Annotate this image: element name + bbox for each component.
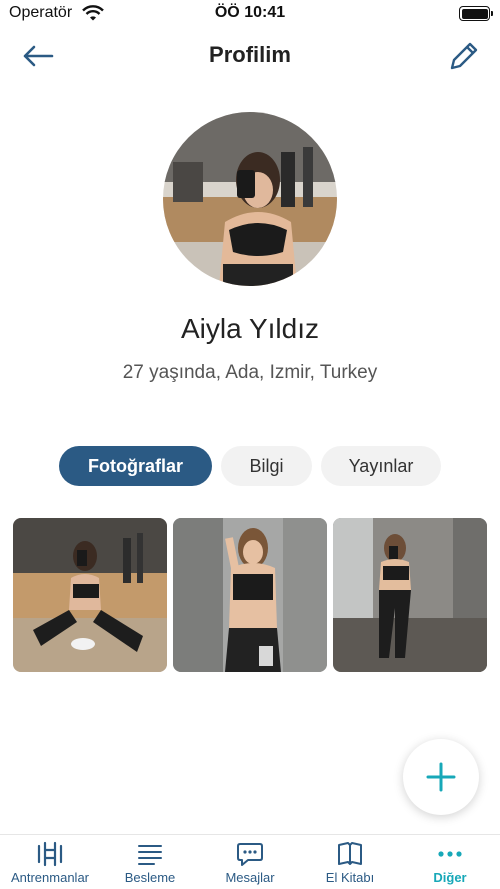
nav-item-handbook[interactable]: El Kitabı bbox=[300, 841, 400, 887]
tab-photos[interactable]: Fotoğraflar bbox=[59, 446, 212, 486]
photo-thumbnail[interactable] bbox=[333, 518, 487, 672]
photo-thumbnail[interactable] bbox=[13, 518, 167, 672]
avatar-photo bbox=[163, 112, 337, 286]
nav-label: Besleme bbox=[124, 870, 176, 885]
mirror-selfie-photo bbox=[173, 518, 327, 672]
header: Profilim bbox=[0, 30, 500, 82]
tab-posts[interactable]: Yayınlar bbox=[321, 446, 441, 486]
more-dots-icon bbox=[438, 851, 462, 857]
gym-hallway-photo bbox=[333, 518, 487, 672]
nav-item-workouts[interactable]: Antrenmanlar bbox=[0, 841, 100, 887]
photo-thumbnail[interactable] bbox=[173, 518, 327, 672]
chat-bubble-icon bbox=[237, 843, 263, 866]
tab-info[interactable]: Bilgi bbox=[221, 446, 312, 486]
nav-label: Antrenmanlar bbox=[10, 870, 90, 885]
dumbbell-icon bbox=[37, 841, 63, 867]
profile-details: 27 yaşında, Ada, Izmir, Turkey bbox=[122, 362, 378, 383]
book-icon bbox=[338, 842, 362, 865]
nav-label: Mesajlar bbox=[225, 870, 275, 885]
menu-lines-icon bbox=[138, 845, 162, 865]
nav-item-more[interactable]: Diğer bbox=[400, 841, 500, 887]
bottom-navigation: Antrenmanlar Besleme Mesajlar El Kitabı … bbox=[0, 834, 500, 889]
nav-item-messages[interactable]: Mesajlar bbox=[200, 841, 300, 887]
plus-icon bbox=[426, 762, 456, 792]
nav-label: Diğer bbox=[433, 870, 467, 885]
clock: ÖÖ 10:41 bbox=[214, 4, 286, 21]
profile-name: Aiyla Yıldız bbox=[181, 313, 319, 344]
page-title: Profilim bbox=[209, 42, 291, 67]
nav-label: El Kitabı bbox=[325, 870, 375, 885]
nav-item-nutrition[interactable]: Besleme bbox=[100, 841, 200, 887]
pencil-icon bbox=[450, 42, 478, 70]
add-photo-button[interactable] bbox=[403, 739, 479, 815]
battery-icon bbox=[459, 6, 493, 21]
status-bar: Operatör ÖÖ 10:41 bbox=[0, 0, 500, 28]
gym-floor-photo bbox=[13, 518, 167, 672]
edit-profile-button[interactable] bbox=[446, 38, 482, 74]
avatar[interactable] bbox=[163, 112, 337, 286]
